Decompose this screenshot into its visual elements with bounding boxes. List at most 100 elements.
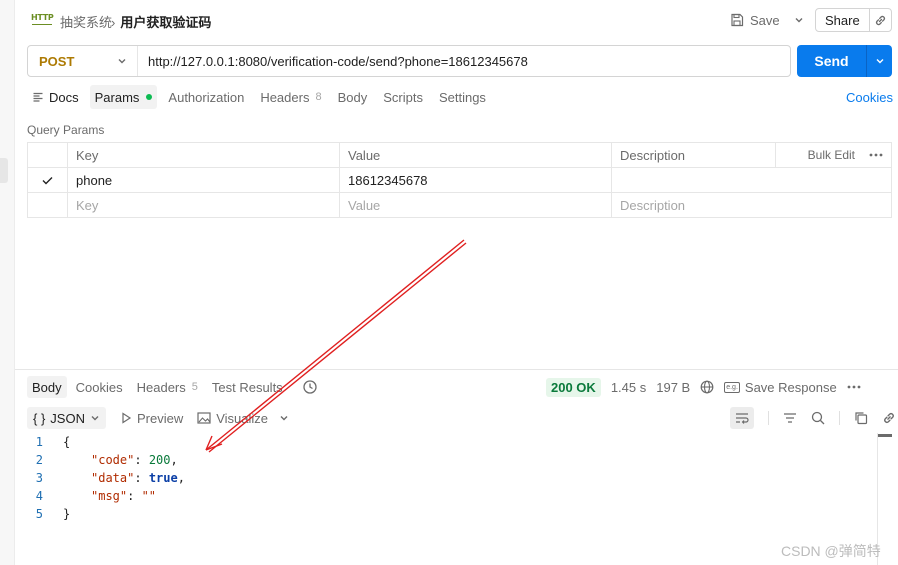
table-header-row: Key Value Description Bulk Edit: [27, 142, 892, 168]
more-options-icon[interactable]: [869, 153, 883, 157]
tab-scripts[interactable]: Scripts: [378, 85, 428, 109]
new-param-value-input[interactable]: Value: [339, 192, 612, 218]
param-value-cell[interactable]: 18612345678: [339, 167, 612, 193]
response-view-tools: [730, 407, 896, 429]
send-button-group: Send: [797, 45, 892, 77]
save-response-button[interactable]: e.g. Save Response: [724, 379, 837, 395]
tab-headers[interactable]: Headers 8: [255, 85, 326, 109]
response-tab-cookies[interactable]: Cookies: [71, 376, 128, 398]
save-options-dropdown[interactable]: [791, 9, 807, 31]
param-key-cell[interactable]: phone: [67, 167, 340, 193]
line-number: 1: [35, 435, 43, 449]
toolbar-divider: [768, 411, 769, 425]
code-line: 2 "code" : 200 ,: [27, 451, 185, 469]
response-size[interactable]: 197 B: [656, 380, 690, 395]
table-row: phone 18612345678: [27, 167, 892, 193]
response-time[interactable]: 1.45 s: [611, 380, 646, 395]
breadcrumb-current-label: 用户获取验证码: [120, 15, 212, 30]
headers-count-badge: 8: [315, 91, 322, 103]
tab-docs[interactable]: Docs: [27, 85, 84, 109]
tab-authorization-label: Authorization: [168, 89, 245, 105]
tab-params-label: Params: [94, 89, 140, 105]
response-tab-headers[interactable]: Headers 5: [132, 376, 203, 398]
response-body-code[interactable]: 1 { 2 "code" : 200 , 3 "data" : true , 4…: [27, 433, 185, 523]
preview-label: Preview: [136, 410, 184, 426]
column-header-value: Value: [339, 142, 612, 168]
share-button[interactable]: Share: [816, 9, 870, 31]
cookies-link[interactable]: Cookies: [846, 90, 893, 105]
visualize-button[interactable]: Visualize: [197, 411, 289, 426]
filter-icon[interactable]: [783, 412, 797, 424]
chevron-down-icon[interactable]: [279, 413, 289, 423]
format-select[interactable]: { } JSON: [27, 407, 106, 429]
format-label: JSON: [50, 410, 85, 426]
response-tab-body[interactable]: Body: [27, 376, 67, 398]
json-colon: :: [134, 453, 149, 467]
tab-params[interactable]: Params: [89, 85, 158, 109]
save-label: Save: [750, 12, 780, 28]
response-tab-test-results-label: Test Results: [211, 379, 283, 395]
chevron-down-icon: [91, 416, 99, 421]
globe-icon[interactable]: [700, 380, 714, 394]
json-number-value: 200: [148, 453, 171, 467]
method-label: POST: [39, 53, 75, 69]
code-line: 5 }: [27, 505, 185, 523]
tab-settings[interactable]: Settings: [434, 85, 491, 109]
code-line: 4 "msg" : "": [27, 487, 185, 505]
column-header-description: Description Bulk Edit: [611, 142, 892, 168]
bulk-edit-controls: Bulk Edit: [808, 148, 883, 162]
copy-icon[interactable]: [854, 411, 868, 425]
new-param-key-input[interactable]: Key: [67, 192, 340, 218]
response-tab-test-results[interactable]: Test Results: [207, 376, 288, 398]
param-description-cell[interactable]: [611, 167, 892, 193]
chevron-down-icon: [795, 18, 803, 23]
tab-headers-label: Headers: [260, 89, 310, 105]
play-icon: [122, 412, 132, 424]
sidebar-collapse-handle[interactable]: [0, 158, 8, 183]
send-options-dropdown[interactable]: [866, 45, 892, 77]
tab-body[interactable]: Body: [333, 85, 373, 109]
search-icon[interactable]: [811, 411, 825, 425]
tab-docs-label: Docs: [49, 89, 79, 105]
json-colon: :: [127, 489, 142, 503]
params-active-dot: [146, 94, 153, 100]
json-close-brace: }: [63, 507, 71, 521]
bulk-edit-divider: [775, 142, 776, 167]
response-toolbar: { } JSON Preview Visualize: [27, 406, 289, 430]
preview-button[interactable]: Preview: [120, 411, 183, 426]
status-badge[interactable]: 200 OK: [546, 377, 601, 397]
url-input[interactable]: [138, 46, 790, 76]
line-number: 4: [35, 489, 43, 503]
param-enabled-checkbox[interactable]: [27, 167, 68, 193]
wrap-lines-button[interactable]: [730, 407, 754, 429]
image-icon: [197, 412, 211, 424]
breadcrumb-collection[interactable]: 抽奖系统: [60, 12, 112, 31]
line-number: 2: [35, 453, 43, 467]
wrap-icon: [736, 413, 749, 424]
new-param-description-input[interactable]: Description: [611, 192, 892, 218]
method-select[interactable]: POST: [28, 46, 138, 76]
code-scrollbar-thumb[interactable]: [878, 434, 892, 437]
link-icon: [875, 15, 885, 25]
more-options-icon[interactable]: [847, 385, 861, 389]
query-params-title: Query Params: [27, 123, 105, 137]
save-button[interactable]: Save: [730, 9, 780, 31]
save-response-label: Save Response: [744, 379, 837, 395]
history-icon[interactable]: [302, 379, 318, 395]
json-open-brace: {: [63, 435, 71, 449]
link-icon[interactable]: [882, 411, 896, 425]
bulk-edit-button[interactable]: Bulk Edit: [808, 148, 855, 162]
send-button[interactable]: Send: [797, 45, 866, 77]
json-string-value: "": [141, 489, 157, 503]
json-comma: ,: [170, 453, 178, 467]
tab-authorization[interactable]: Authorization: [163, 85, 249, 109]
json-colon: :: [134, 471, 149, 485]
breadcrumb-request-name[interactable]: › 用户获取验证码: [111, 12, 211, 31]
response-tab-headers-label: Headers: [136, 379, 186, 395]
copy-link-button[interactable]: [870, 14, 891, 27]
visualize-label: Visualize: [216, 410, 269, 426]
response-divider[interactable]: [15, 369, 898, 370]
tab-settings-label: Settings: [438, 89, 486, 105]
